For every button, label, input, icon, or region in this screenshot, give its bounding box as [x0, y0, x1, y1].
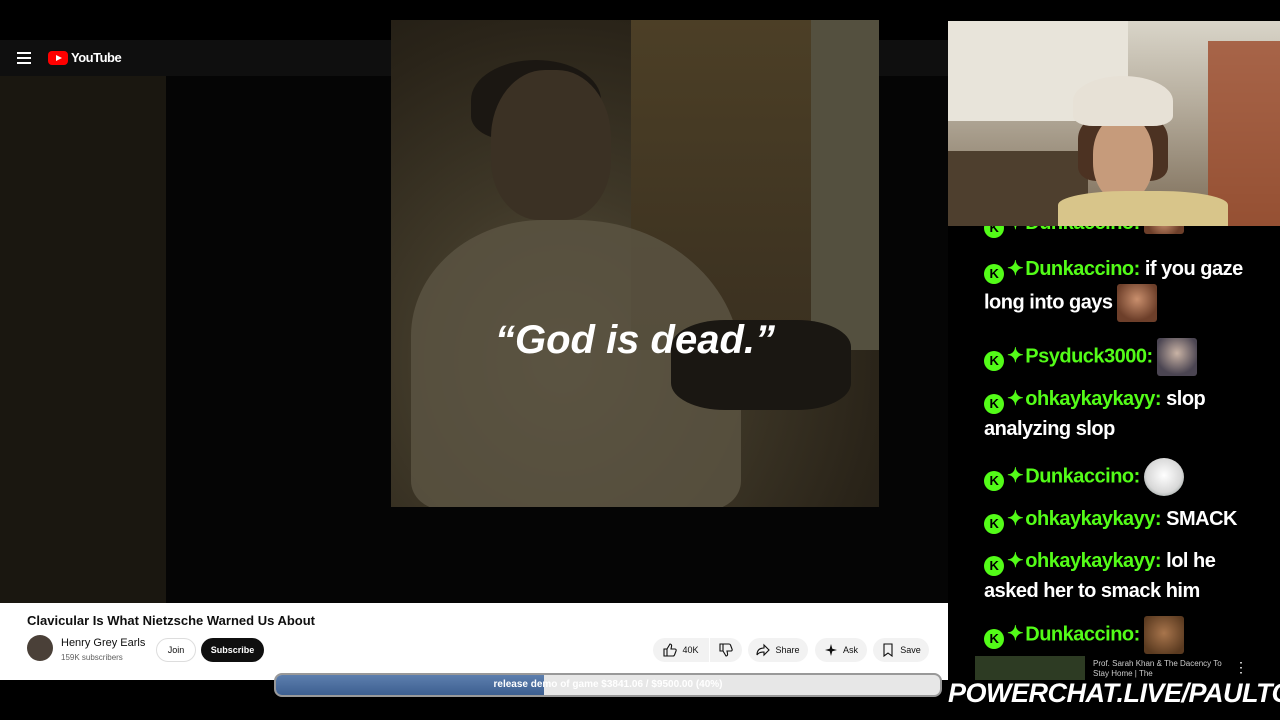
kick-badge-icon: K [984, 351, 1004, 372]
kick-badge-icon: K [984, 514, 1004, 534]
subscribe-button[interactable]: Subscribe [201, 638, 264, 662]
streamer-webcam [948, 21, 1280, 226]
kick-badge-icon: K [984, 394, 1004, 414]
donation-goal-label: release demo of game $3841.06 / $9500.00… [493, 679, 723, 690]
powerchat-watermark: POWERCHAT.LIVE/PAULTOWN [948, 678, 1280, 708]
kick-badge-icon: K [984, 264, 1004, 284]
youtube-logo-text: YouTube [71, 50, 122, 65]
join-button[interactable]: Join [156, 638, 196, 662]
thumbs-up-icon [663, 643, 678, 657]
video-title: Clavicular Is What Nietzsche Warned Us A… [27, 613, 315, 628]
chat-message: K✦Dunkaccino: [984, 226, 1274, 238]
chat-overlay: K✦Dunkaccino: K✦Dunkaccino: if you gaze … [948, 226, 1280, 666]
sparkle-badge-icon: ✦ [1007, 465, 1024, 488]
recommended-thumbnail[interactable] [975, 656, 1085, 680]
ask-label: Ask [842, 645, 858, 655]
sparkle-badge-icon: ✦ [1007, 226, 1024, 238]
owl-emote-icon [1143, 616, 1184, 654]
kick-badge-icon: K [984, 471, 1004, 492]
video-quote-text: “God is dead.” [494, 318, 776, 362]
stream-layout: YouTube “God is dead.” [0, 0, 1280, 720]
thumbs-down-icon [719, 643, 733, 657]
man-emote-icon [1156, 338, 1197, 376]
bookmark-icon [883, 643, 893, 657]
share-icon [756, 643, 771, 657]
donation-goal-bar: release demo of game $3841.06 / $9500.00… [274, 673, 942, 697]
sparkle-badge-icon: ✦ [1007, 345, 1024, 368]
share-button[interactable]: Share [748, 638, 808, 662]
more-options-icon[interactable]: ⋮ [1234, 659, 1248, 676]
save-button[interactable]: Save [873, 638, 929, 662]
chat-username: ohkaykaykayy: [1025, 508, 1162, 530]
sparkle-badge-icon: ✦ [1007, 623, 1024, 646]
sparkle-icon [824, 644, 837, 656]
chat-message: K ✦ Psyduck3000: [984, 338, 1274, 376]
chat-username: ohkaykaykayy: [1025, 550, 1162, 572]
sparkle-badge-icon: ✦ [1007, 388, 1024, 410]
kick-badge-icon: K [984, 226, 1004, 238]
chat-username: Dunkaccino: [1025, 623, 1140, 646]
chat-text: SMACK [1166, 508, 1237, 530]
laugh-emote-icon [1143, 226, 1184, 234]
channel-avatar[interactable] [27, 635, 53, 661]
nietzsche-painting-image [391, 20, 879, 507]
kick-badge-icon: K [984, 629, 1004, 650]
chat-message: K ✦ ohkaykaykayy: SMACK [984, 504, 1274, 534]
chat-message: K ✦ ohkaykaykayy: slop analyzing slop [984, 384, 1274, 444]
chat-message: K✦Dunkaccino: [984, 616, 1274, 654]
chat-message: K✦Dunkaccino: [984, 458, 1274, 496]
hamburger-menu-icon[interactable] [17, 52, 31, 64]
subscriber-count: 159K subscribers [61, 653, 123, 662]
youtube-play-icon [48, 50, 68, 65]
recommended-title[interactable]: Prof. Sarah Khan & The Dacency To Stay H… [1093, 659, 1223, 679]
like-button[interactable]: 40K [653, 638, 709, 662]
chat-username: Dunkaccino: [1025, 258, 1140, 280]
chat-message: K ✦ ohkaykaykayy: lol he asked her to smac… [984, 546, 1274, 606]
like-count: 40K [682, 645, 699, 655]
sparkle-badge-icon: ✦ [1007, 508, 1024, 530]
chat-message: K ✦ Dunkaccino: if you gaze long into gays [984, 254, 1274, 322]
youtube-logo[interactable]: YouTube [48, 50, 122, 65]
cat-emote-icon [1143, 458, 1184, 496]
share-label: Share [775, 645, 800, 655]
save-label: Save [900, 645, 921, 655]
video-letterbox [0, 76, 166, 603]
chat-username: ohkaykaykayy: [1025, 388, 1162, 410]
chat-username: Psyduck3000: [1025, 345, 1153, 368]
laugh-emote-icon [1116, 284, 1157, 322]
video-info-panel: Clavicular Is What Nietzsche Warned Us A… [0, 603, 948, 680]
dislike-button[interactable] [710, 638, 742, 662]
ask-button[interactable]: Ask [815, 638, 867, 662]
chat-username: Dunkaccino: [1025, 226, 1140, 234]
kick-badge-icon: K [984, 556, 1004, 576]
channel-name[interactable]: Henry Grey Earls [61, 637, 145, 649]
chat-username: Dunkaccino: [1025, 465, 1140, 488]
sparkle-badge-icon: ✦ [1007, 550, 1024, 572]
sparkle-badge-icon: ✦ [1007, 258, 1024, 280]
